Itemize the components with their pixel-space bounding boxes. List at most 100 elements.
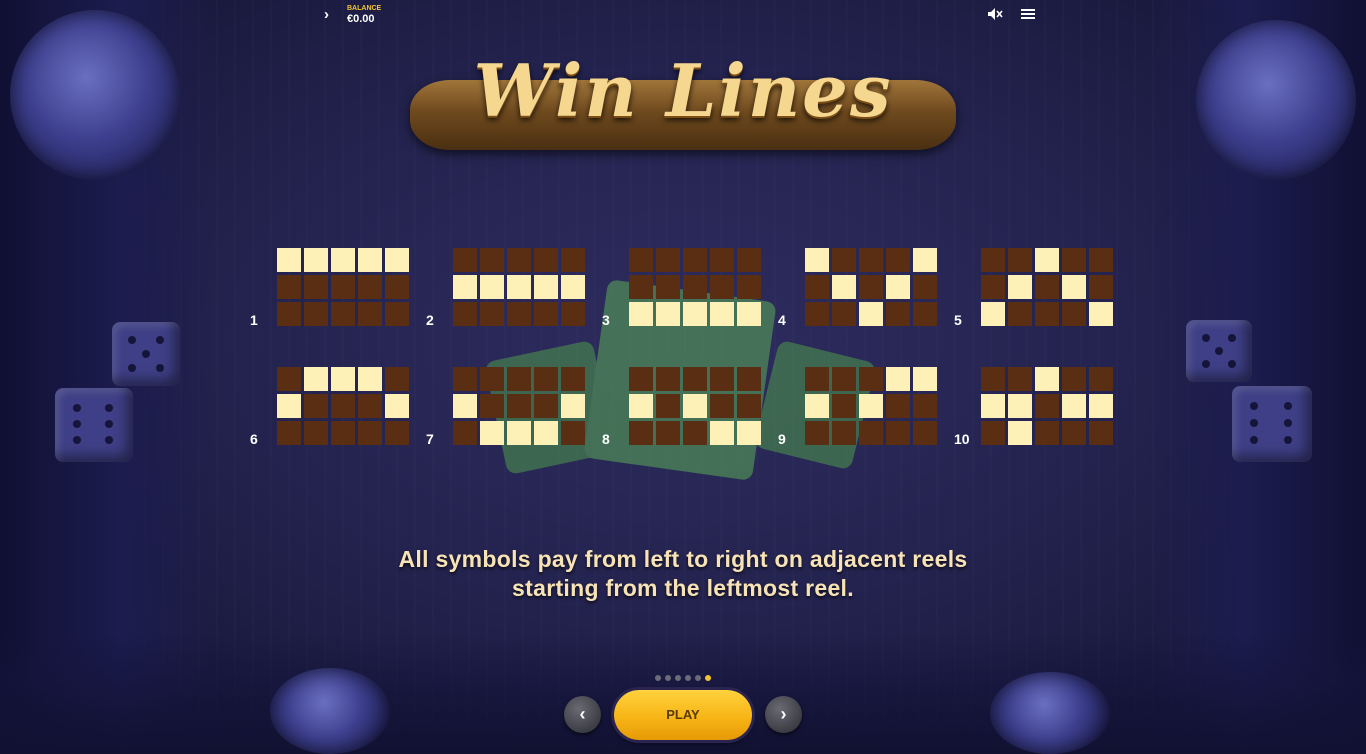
rose-decoration-icon — [10, 10, 180, 180]
win-line-cell — [304, 302, 328, 326]
win-line-cell — [656, 367, 680, 391]
win-line-cell — [358, 302, 382, 326]
win-line-cell — [277, 275, 301, 299]
win-line-cell — [832, 394, 856, 418]
win-line-cell — [480, 394, 504, 418]
win-line-cell-active — [913, 367, 937, 391]
win-line-cell — [358, 275, 382, 299]
win-line-cell-active — [737, 421, 761, 445]
win-line-cell-active — [534, 275, 558, 299]
top-bar: › BALANCE €0.00 — [0, 0, 1366, 30]
win-line-cell — [805, 302, 829, 326]
win-line-cell — [710, 275, 734, 299]
win-line-cell — [1062, 421, 1086, 445]
win-line-cell — [277, 302, 301, 326]
win-line-cell — [561, 302, 585, 326]
win-line-cell-active — [304, 248, 328, 272]
win-line-cell — [656, 248, 680, 272]
win-line-cell — [886, 248, 910, 272]
win-line-cell-active — [331, 367, 355, 391]
win-line-cell-active — [277, 394, 301, 418]
dice-decoration-icon — [55, 388, 133, 462]
win-line-cell-active — [277, 248, 301, 272]
win-line-cell — [1035, 421, 1059, 445]
win-line-cell — [1089, 275, 1113, 299]
win-line-number: 6 — [250, 431, 258, 447]
description-line-1: All symbols pay from left to right on ad… — [398, 546, 968, 572]
win-line-cell-active — [859, 394, 883, 418]
win-line-2: 2 — [426, 248, 586, 328]
page-dot[interactable] — [695, 675, 701, 681]
win-line-3: 3 — [602, 248, 762, 328]
title-banner: Win Lines — [410, 30, 956, 150]
next-page-button[interactable]: › — [765, 696, 802, 733]
rose-decoration-icon — [1196, 20, 1356, 180]
win-line-cell — [832, 302, 856, 326]
win-line-cell — [561, 421, 585, 445]
win-line-cell — [385, 302, 409, 326]
win-line-5: 5 — [954, 248, 1114, 328]
win-line-number: 8 — [602, 431, 610, 447]
win-line-cell — [913, 302, 937, 326]
win-line-cell — [981, 248, 1005, 272]
win-line-grid — [277, 248, 410, 327]
win-line-cell-active — [805, 248, 829, 272]
win-line-cell — [656, 394, 680, 418]
rose-decoration-icon — [270, 668, 390, 754]
win-line-cell — [832, 421, 856, 445]
win-line-cell — [1089, 248, 1113, 272]
win-line-cell-active — [737, 302, 761, 326]
win-line-cell-active — [1008, 421, 1032, 445]
win-line-cell — [859, 421, 883, 445]
win-line-cell — [331, 302, 355, 326]
win-line-cell — [385, 421, 409, 445]
win-line-cell — [886, 302, 910, 326]
win-line-cell — [453, 248, 477, 272]
win-line-cell-active — [385, 394, 409, 418]
win-line-cell — [1062, 302, 1086, 326]
win-line-cell — [507, 248, 531, 272]
win-line-cell — [913, 421, 937, 445]
win-line-cell-active — [629, 394, 653, 418]
win-line-number: 2 — [426, 312, 434, 328]
chevron-right-icon[interactable]: › — [324, 6, 329, 23]
play-button[interactable]: PLAY — [614, 690, 752, 740]
page-dot[interactable] — [705, 675, 711, 681]
win-line-cell — [480, 302, 504, 326]
page-dot[interactable] — [655, 675, 661, 681]
win-line-cell — [710, 367, 734, 391]
dice-decoration-icon — [1186, 320, 1252, 382]
page-dot[interactable] — [675, 675, 681, 681]
win-line-cell-active — [1089, 394, 1113, 418]
win-line-cell — [561, 248, 585, 272]
hamburger-menu-icon[interactable] — [1021, 9, 1035, 19]
win-line-cell — [304, 421, 328, 445]
win-line-cell — [805, 421, 829, 445]
win-line-cell — [534, 302, 558, 326]
win-line-cell — [1008, 302, 1032, 326]
win-line-cell — [358, 394, 382, 418]
win-line-cell-active — [453, 275, 477, 299]
win-line-cell — [913, 394, 937, 418]
win-line-number: 7 — [426, 431, 434, 447]
win-line-cell — [561, 367, 585, 391]
previous-page-button[interactable]: ‹ — [564, 696, 601, 733]
page-dot[interactable] — [685, 675, 691, 681]
page-dot[interactable] — [665, 675, 671, 681]
win-line-cell-active — [886, 275, 910, 299]
win-line-cell — [683, 275, 707, 299]
win-line-number: 1 — [250, 312, 258, 328]
win-line-9: 9 — [778, 367, 938, 447]
win-line-number: 9 — [778, 431, 786, 447]
win-line-cell — [886, 421, 910, 445]
win-line-cell — [629, 367, 653, 391]
win-line-cell-active — [385, 248, 409, 272]
page-title: Win Lines — [473, 48, 893, 133]
win-line-cell-active — [507, 275, 531, 299]
win-line-cell-active — [710, 421, 734, 445]
speaker-muted-icon[interactable] — [987, 7, 1003, 21]
win-line-cell — [480, 367, 504, 391]
win-line-cell — [832, 367, 856, 391]
balance-label: BALANCE — [347, 5, 382, 12]
win-line-cell — [385, 367, 409, 391]
